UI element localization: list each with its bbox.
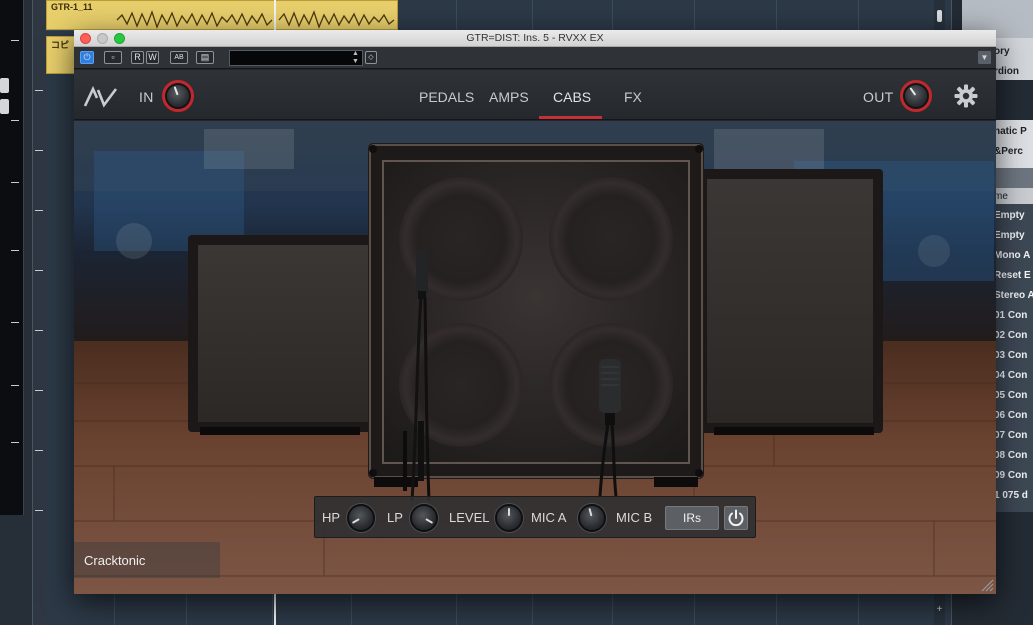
output-label: OUT [863,89,894,105]
read-automation-button[interactable]: R [131,51,144,64]
tab-pedals[interactable]: PEDALS [419,89,474,105]
rp-item[interactable]: rdion [994,66,1019,77]
knob-indicator [588,508,593,517]
mic-b-label: MIC B [616,510,653,525]
knob-indicator [351,518,360,524]
host-toolbar: ⏻ ▫ R W AB ▤ ▲ ▼ ◇ ▼ [74,47,996,69]
power-icon: ⏻ [83,52,91,62]
knob-indicator [508,508,510,516]
write-label: W [148,52,157,62]
input-label: IN [139,89,154,105]
scroll-thumb[interactable] [937,10,942,22]
rp-item[interactable]: 06 Con [994,410,1027,421]
rp-item[interactable]: ory [994,46,1010,57]
lp-label: LP [387,510,403,525]
rp-item[interactable]: 09 Con [994,470,1027,481]
daw-side-button[interactable] [0,99,9,114]
rp-item[interactable]: 02 Con [994,330,1027,341]
audio-clip[interactable]: GTR-1_11 [46,0,398,30]
knob-indicator [425,518,434,524]
knob-indicator [173,86,179,96]
daw-track-column [32,0,46,625]
ab-switch-button[interactable]: AB [170,51,188,64]
daw-tick [11,322,19,323]
irs-button[interactable]: IRs [665,506,719,530]
rp-item[interactable]: 05 Con [994,390,1027,401]
tab-cabs[interactable]: CABS [553,89,591,105]
input-knob[interactable] [162,80,194,112]
screen: { "daw": { "clips": [ {"label": "GTR-1_1… [0,0,1033,625]
rp-item[interactable]: me [994,191,1008,202]
power-icon [728,509,744,527]
daw-tick [11,442,19,443]
window-title: GTR=DIST: Ins. 5 - RVXX EX [466,32,604,44]
rp-item[interactable]: Empty [994,230,1025,241]
ab-label: AB [174,54,184,61]
hp-knob[interactable] [347,504,375,532]
read-label: R [134,52,141,62]
mic-a-label: MIC A [531,510,567,525]
hp-label: HP [322,510,341,525]
rp-item[interactable]: Stereo A [994,290,1033,301]
rp-item[interactable]: Reset E [994,270,1031,281]
waveform [116,10,395,29]
compare-icon: ▫ [111,52,115,62]
lp-knob[interactable] [410,504,438,532]
preset-load-icon[interactable]: ◇ [365,51,377,64]
zoom-plus-icon[interactable]: + [935,604,944,615]
rp-item[interactable]: 04 Con [994,370,1027,381]
knob-indicator [909,87,917,96]
write-automation-button[interactable]: W [146,51,159,64]
window-titlebar[interactable]: GTR=DIST: Ins. 5 - RVXX EX [74,30,996,47]
resize-grip-icon[interactable] [980,578,994,592]
rp-item[interactable]: 1 075 d [994,490,1028,501]
mic-a-knob[interactable] [578,504,606,532]
daw-tick [11,40,19,41]
bypass-power-button[interactable]: ⏻ [80,51,94,64]
daw-side-button[interactable] [0,78,9,93]
preset-name-field[interactable] [229,50,363,66]
daw-tick [11,120,19,121]
rp-item[interactable]: Empty [994,210,1025,221]
level-label: LEVEL [449,510,490,525]
level-knob[interactable] [495,504,523,532]
daw-tick [11,250,19,251]
cab-power-button[interactable] [724,506,748,530]
preset-spinner-icon[interactable]: ▲ ▼ [350,50,361,66]
output-knob[interactable] [900,80,932,112]
plugin-header: IN OUT [74,70,996,120]
tab-fx[interactable]: FX [624,89,642,105]
compare-button[interactable]: ▫ [104,51,122,64]
gear-icon[interactable] [954,84,978,108]
rp-item[interactable]: 01 Con [994,310,1027,321]
preset-menu-button[interactable]: ▤ [196,51,214,64]
rp-item[interactable]: 08 Con [994,450,1027,461]
rp-item[interactable]: 03 Con [994,350,1027,361]
daw-left-panel [0,0,46,625]
daw-tick [11,385,19,386]
rp-item[interactable]: natic P [994,126,1027,137]
cabinet-scene: Cracktonic HP LP LEVEL MIC A MIC B IRs [74,121,996,594]
daw-tick [11,182,19,183]
rp-item[interactable]: Mono A [994,250,1030,261]
brand-logo-icon [83,86,118,108]
plugin-window: GTR=DIST: Ins. 5 - RVXX EX ⏻ ▫ R W AB ▤ … [74,30,996,594]
brand-name: Cracktonic [84,553,146,568]
chevron-down-icon[interactable]: ▼ [978,51,991,64]
cab-control-bar: HP LP LEVEL MIC A MIC B IRs [314,496,756,538]
tab-amps[interactable]: AMPS [489,89,529,105]
rp-item[interactable]: &Perc [994,146,1023,157]
audio-clip[interactable]: コピ [46,36,76,74]
rp-item[interactable]: 07 Con [994,430,1027,441]
menu-icon: ▤ [200,52,210,62]
active-tab-indicator [539,116,602,119]
clip-label: コピ [51,40,70,50]
